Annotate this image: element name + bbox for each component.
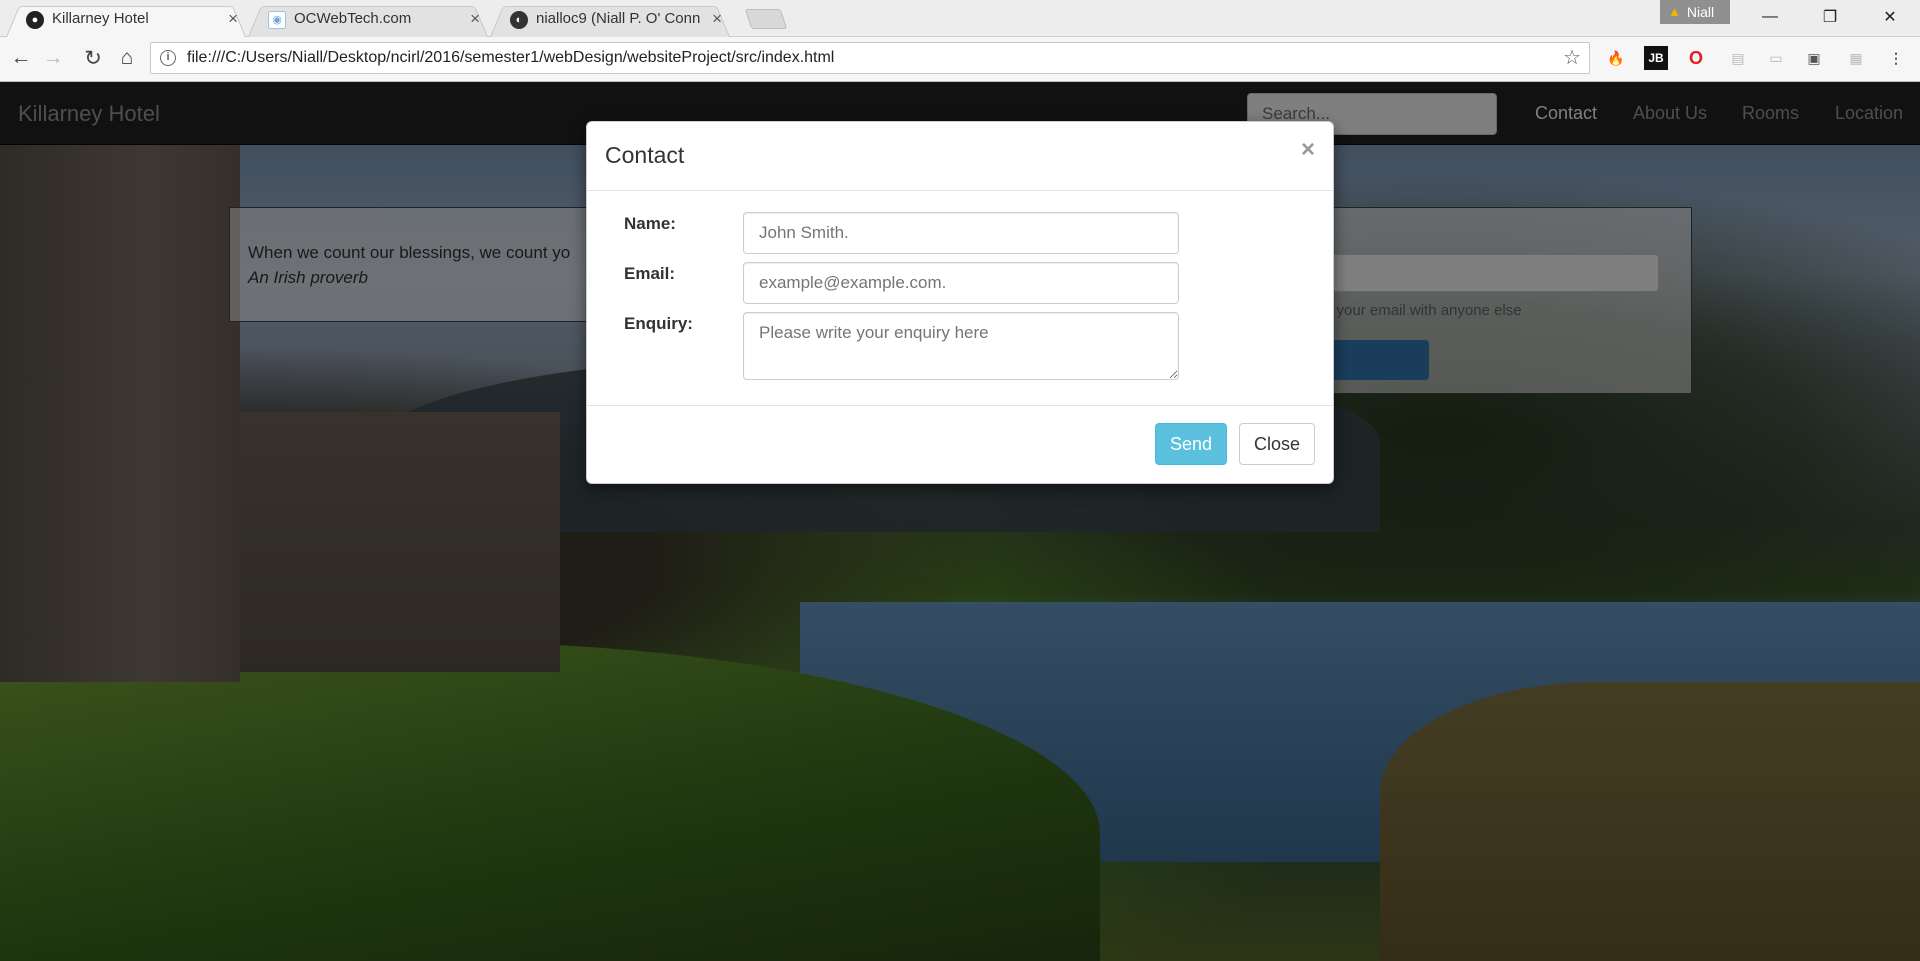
url-text[interactable]: file:///C:/Users/Niall/Desktop/ncirl/201… — [187, 43, 834, 73]
enquiry-label: Enquiry: — [624, 314, 693, 333]
name-field[interactable] — [743, 212, 1179, 254]
tab-github[interactable]: ◐ nialloc9 (Niall P. O' Conn × — [484, 2, 736, 37]
email-field[interactable] — [743, 262, 1179, 304]
grid-extension-icon[interactable]: ▦ — [1844, 46, 1868, 70]
close-button[interactable]: Close — [1239, 423, 1315, 465]
browser-toolbar: ← → ↻ ⌂ i file:///C:/Users/Niall/Desktop… — [0, 37, 1920, 82]
jetbrains-extension-icon[interactable]: JB — [1644, 46, 1668, 70]
new-tab-button[interactable] — [744, 9, 788, 29]
tab-title: OCWebTech.com — [294, 10, 412, 27]
back-arrow-icon[interactable]: ← — [6, 43, 36, 73]
menu-icon[interactable]: ⋮ — [1884, 46, 1908, 70]
opera-extension-icon[interactable]: O — [1684, 46, 1708, 70]
name-label: Name: — [624, 214, 676, 233]
tab-ocwebtech[interactable]: ◉ OCWebTech.com × — [242, 2, 494, 37]
modal-header: Contact × — [587, 122, 1333, 191]
cast-icon[interactable]: ▣ — [1802, 46, 1826, 70]
hotel-favicon-icon: ● — [26, 11, 44, 29]
contact-modal: Contact × Name: Email: Enquiry: Send Clo… — [586, 121, 1334, 484]
enquiry-field[interactable] — [743, 312, 1179, 380]
send-button[interactable]: Send — [1155, 423, 1227, 465]
email-label: Email: — [624, 264, 676, 283]
page-favicon-icon: ◉ — [268, 11, 286, 29]
modal-title: Contact — [605, 142, 685, 168]
close-tab-icon[interactable]: × — [470, 2, 480, 35]
home-icon[interactable]: ⌂ — [112, 43, 142, 73]
tab-title: nialloc9 (Niall P. O' Conn — [536, 10, 701, 27]
github-icon: ◐ — [510, 11, 528, 29]
warning-icon: ▲ — [1668, 4, 1681, 19]
forward-arrow-icon[interactable]: → — [38, 43, 68, 73]
restore-button[interactable]: ❐ — [1800, 0, 1860, 34]
web-page: Killarney Hotel Contact About Us Rooms L… — [0, 82, 1920, 961]
window-extension-icon[interactable]: ▤ — [1726, 46, 1750, 70]
profile-badge[interactable]: ▲ Niall — [1660, 0, 1730, 24]
close-tab-icon[interactable]: × — [712, 2, 722, 35]
address-bar[interactable]: i file:///C:/Users/Niall/Desktop/ncirl/2… — [150, 42, 1590, 74]
reload-icon[interactable]: ↻ — [78, 43, 108, 73]
tab-strip: ● Killarney Hotel × ◉ OCWebTech.com × ◐ … — [0, 0, 1920, 37]
profile-name: Niall — [1686, 4, 1715, 20]
bookmark-star-icon[interactable]: ☆ — [1563, 45, 1581, 70]
info-icon[interactable]: i — [160, 50, 176, 66]
modal-footer: Send Close — [587, 405, 1333, 485]
close-tab-icon[interactable]: × — [228, 2, 238, 35]
tab-title: Killarney Hotel — [52, 10, 149, 27]
fire-extension-icon[interactable]: 🔥 — [1604, 46, 1628, 70]
screen-extension-icon[interactable]: ▭ — [1764, 46, 1788, 70]
close-icon[interactable]: × — [1301, 138, 1315, 162]
tab-killarney-hotel[interactable]: ● Killarney Hotel × — [0, 2, 252, 37]
close-window-button[interactable]: ✕ — [1860, 0, 1920, 34]
minimize-button[interactable]: — — [1740, 0, 1800, 34]
